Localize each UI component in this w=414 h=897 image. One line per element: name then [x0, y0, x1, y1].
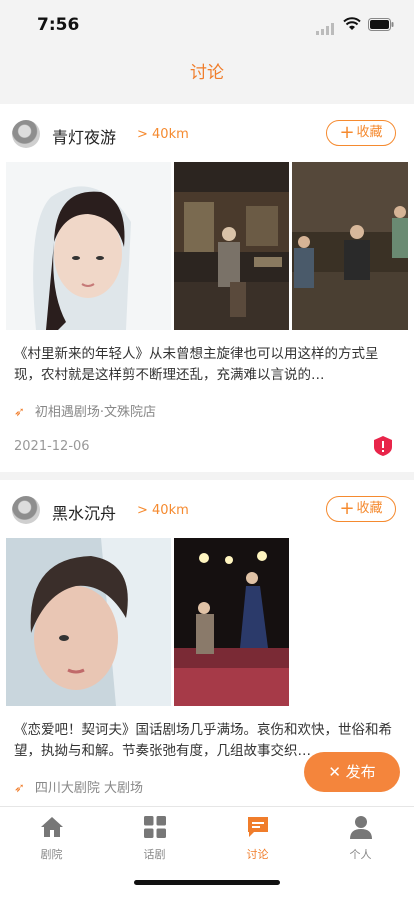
- plus-icon: +: [339, 122, 355, 143]
- location-label: 初相遇剧场·文殊院店: [34, 405, 157, 420]
- status-bar: 7:56: [0, 0, 414, 50]
- battery-icon: [368, 18, 394, 31]
- post-location[interactable]: ➶ 四川大剧院 大剧场: [14, 777, 143, 796]
- post-text[interactable]: 《村里新来的年轻人》从未曾想主旋律也可以用这样的方式呈现，农村就是这样剪不断理还…: [14, 344, 400, 386]
- report-icon[interactable]: [374, 436, 392, 456]
- chat-icon: [247, 817, 268, 837]
- home-indicator: [134, 880, 280, 885]
- favorite-button[interactable]: + 收藏: [326, 496, 396, 522]
- username[interactable]: 青灯夜游: [52, 124, 116, 148]
- post-card[interactable]: 青灯夜游 > 40km + 收藏 《村里新来的年轻人》从未曾想主旋律也可以用这样的…: [0, 104, 414, 472]
- wifi-icon: [343, 17, 361, 30]
- avatar[interactable]: [12, 120, 40, 148]
- username[interactable]: 黑水沉舟: [52, 500, 116, 524]
- tab-profile[interactable]: 个人: [309, 815, 412, 862]
- nav-bar: 讨论: [0, 50, 414, 100]
- tab-label: 话剧: [143, 848, 166, 861]
- tab-drama[interactable]: 话剧: [103, 815, 206, 862]
- publish-icon: ✕: [328, 763, 346, 781]
- post-photo[interactable]: [6, 162, 171, 330]
- location-arrow-icon: ➶: [14, 405, 25, 420]
- status-time: 7:56: [37, 15, 80, 35]
- grid-icon: [143, 816, 166, 838]
- distance: > 40km: [137, 503, 189, 518]
- tab-label: 剧院: [40, 848, 63, 861]
- favorite-button[interactable]: + 收藏: [326, 120, 396, 146]
- avatar[interactable]: [12, 496, 40, 524]
- tab-label: 个人: [349, 848, 372, 861]
- tab-discuss[interactable]: 讨论: [206, 815, 309, 862]
- signal-icon: [316, 23, 334, 35]
- post-photo[interactable]: [174, 538, 289, 706]
- page-title: 讨论: [190, 63, 224, 83]
- tab-theater[interactable]: 剧院: [0, 815, 103, 862]
- publish-button[interactable]: ✕ 发布: [304, 752, 400, 792]
- post-date: 2021-12-06: [14, 439, 90, 454]
- post-location[interactable]: ➶ 初相遇剧场·文殊院店: [14, 401, 156, 420]
- person-icon: [349, 816, 372, 839]
- favorite-label: 收藏: [356, 501, 383, 516]
- home-icon: [40, 817, 63, 837]
- location-arrow-icon: ➶: [14, 781, 25, 796]
- post-photo[interactable]: [292, 162, 408, 330]
- plus-icon: +: [339, 498, 355, 519]
- publish-label: 发布: [345, 763, 376, 781]
- distance: > 40km: [137, 127, 189, 142]
- tab-label: 讨论: [246, 848, 269, 861]
- post-photo[interactable]: [6, 538, 171, 706]
- location-label: 四川大剧院 大剧场: [34, 781, 144, 796]
- post-photo[interactable]: [174, 162, 289, 330]
- favorite-label: 收藏: [356, 125, 383, 140]
